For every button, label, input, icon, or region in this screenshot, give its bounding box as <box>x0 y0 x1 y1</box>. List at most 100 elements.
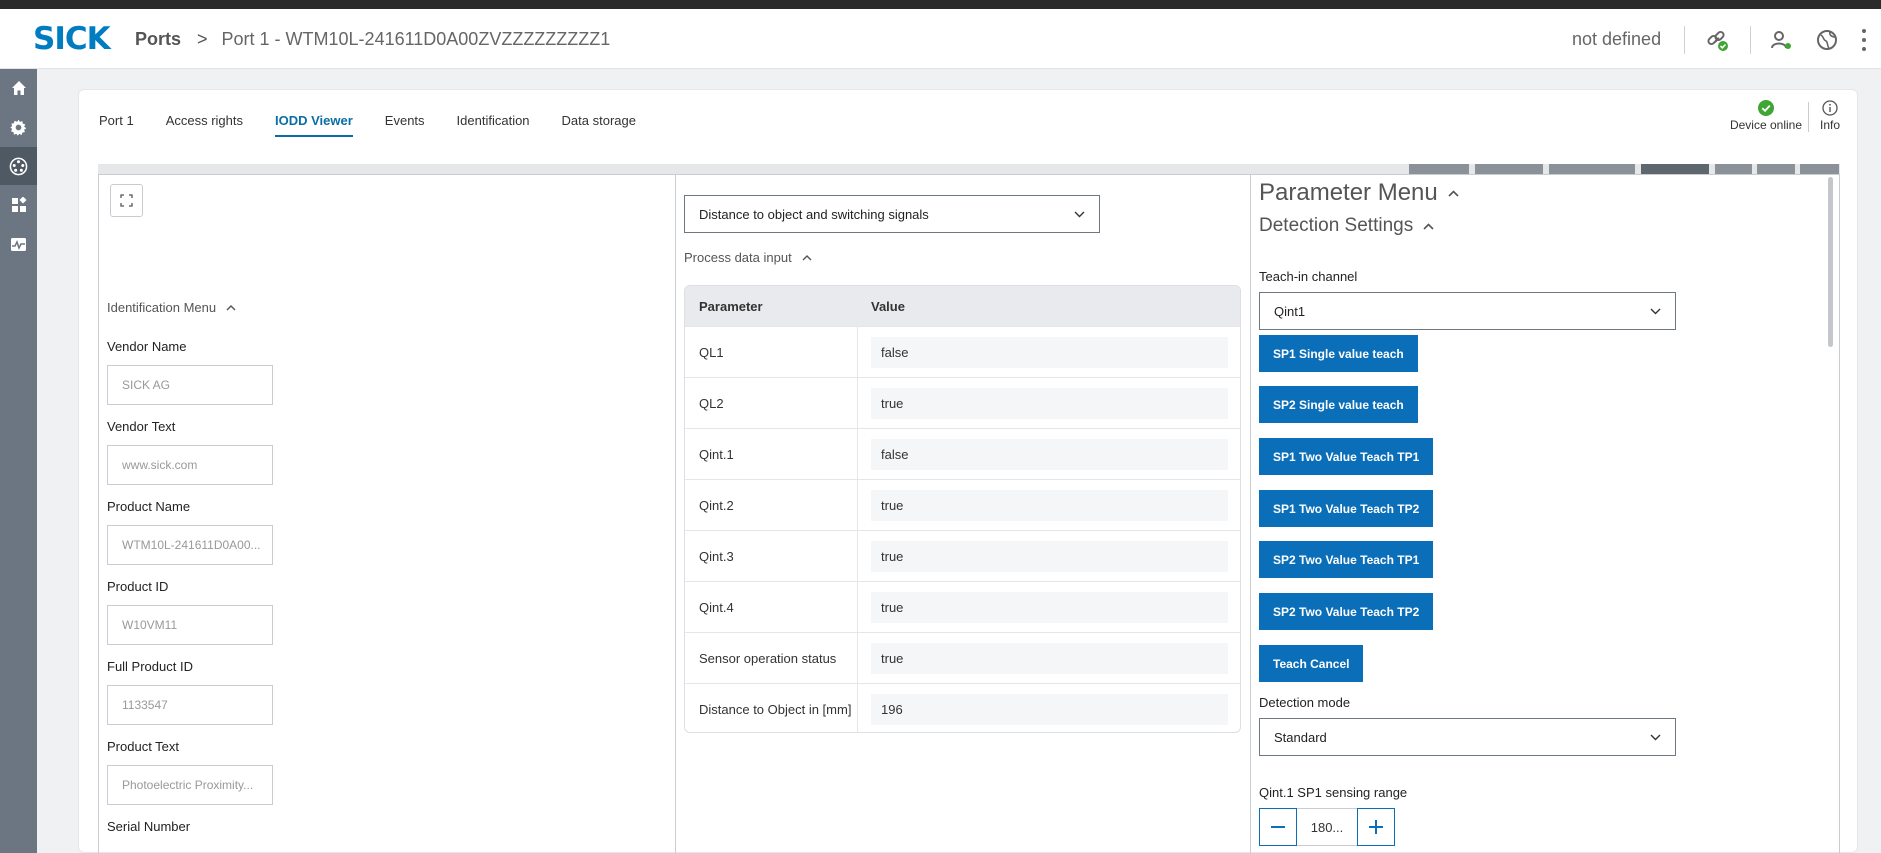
breadcrumb-current: Port 1 - WTM10L-241611D0A00ZVZZZZZZZZZ1 <box>221 29 611 49</box>
sidebar <box>0 69 37 853</box>
tab-iodd-viewer[interactable]: IODD Viewer <box>275 113 353 137</box>
sp2-two-value-teach-tp2-button[interactable]: SP2 Two Value Teach TP2 <box>1259 593 1434 630</box>
teach-in-channel-value: Qint1 <box>1274 303 1306 319</box>
row-value: true <box>871 591 1228 623</box>
sidebar-item-monitor[interactable] <box>0 225 37 263</box>
vendor-name-label: Vendor Name <box>107 339 187 354</box>
layout-option-button[interactable] <box>1800 164 1839 174</box>
full-product-id-field: 1133547 <box>107 685 273 725</box>
sp2-two-value-teach-tp1-button[interactable]: SP2 Two Value Teach TP1 <box>1259 541 1434 578</box>
layout-option-button[interactable] <box>1475 164 1543 174</box>
row-value: true <box>871 642 1228 674</box>
row-value: true <box>871 540 1228 572</box>
info-button[interactable]: Info <box>1814 100 1846 132</box>
breadcrumb-ports[interactable]: Ports <box>135 28 181 50</box>
product-name-label: Product Name <box>107 499 191 514</box>
process-data-input-header[interactable]: Process data input <box>684 250 812 265</box>
increment-button[interactable] <box>1357 808 1395 846</box>
expand-icon <box>120 194 133 207</box>
layout-option-button[interactable] <box>1549 164 1635 174</box>
sidebar-item-ports[interactable] <box>0 147 37 185</box>
tab-events[interactable]: Events <box>385 113 425 137</box>
row-value: true <box>871 387 1228 419</box>
decrement-button[interactable] <box>1259 808 1297 846</box>
row-parameter: Sensor operation status <box>685 633 858 683</box>
ports-icon <box>9 157 28 175</box>
connection-status-icon[interactable] <box>1704 27 1730 53</box>
detection-mode-value: Standard <box>1274 729 1327 745</box>
table-row: Qint.2 true <box>685 479 1240 530</box>
product-text-field: Photoelectric Proximity... <box>107 765 273 805</box>
device-online-status: Device online <box>1726 100 1806 132</box>
teach-in-channel-select[interactable]: Qint1 <box>1259 292 1676 330</box>
tab-access-rights[interactable]: Access rights <box>166 113 243 137</box>
table-row: Qint.1 false <box>685 428 1240 479</box>
chevron-up-icon <box>226 304 236 310</box>
process-data-table: Parameter Value QL1 false QL2 true Qint.… <box>684 285 1241 733</box>
sp1-two-value-teach-tp1-button[interactable]: SP1 Two Value Teach TP1 <box>1259 438 1434 475</box>
teach-cancel-button[interactable]: Teach Cancel <box>1259 645 1364 682</box>
divider <box>1684 26 1685 54</box>
scrollbar-thumb[interactable] <box>1828 177 1833 347</box>
divider <box>1750 26 1751 54</box>
sidebar-item-home[interactable] <box>0 69 37 107</box>
process-data-column: Distance to object and switching signals… <box>675 174 1250 853</box>
identification-menu-header[interactable]: Identification Menu <box>107 300 236 315</box>
row-value: true <box>871 489 1228 521</box>
table-row: QL1 false <box>685 326 1240 377</box>
identification-column: Identification Menu Vendor Name SICK AG … <box>98 174 675 853</box>
sensing-range-value[interactable]: 180... <box>1297 808 1357 846</box>
identification-menu-title: Identification Menu <box>107 300 217 315</box>
parameter-menu-header[interactable]: Parameter Menu <box>1259 179 1459 207</box>
detection-mode-label: Detection mode <box>1259 695 1351 710</box>
globe-icon[interactable] <box>1814 27 1840 53</box>
app-header: SICK Ports > Port 1 - WTM10L-241611D0A00… <box>0 9 1881 69</box>
layout-option-button[interactable] <box>1641 164 1709 174</box>
sp1-single-value-teach-button[interactable]: SP1 Single value teach <box>1259 335 1418 372</box>
process-data-select[interactable]: Distance to object and switching signals <box>684 195 1100 233</box>
layout-option-button[interactable] <box>1757 164 1795 174</box>
user-icon[interactable] <box>1768 27 1794 53</box>
check-circle-icon <box>1758 100 1774 116</box>
vendor-text-label: Vendor Text <box>107 419 176 434</box>
tab-port-1[interactable]: Port 1 <box>99 113 134 137</box>
monitor-icon <box>11 237 26 251</box>
tab-data-storage[interactable]: Data storage <box>562 113 636 137</box>
user-level-status: not defined <box>1572 29 1662 49</box>
home-icon <box>11 81 26 95</box>
detection-settings-header[interactable]: Detection Settings <box>1259 215 1434 237</box>
parameter-menu-column: Parameter Menu Detection Settings Teach-… <box>1250 174 1840 853</box>
sp1-two-value-teach-tp2-button[interactable]: SP1 Two Value Teach TP2 <box>1259 490 1434 527</box>
table-row: Distance to Object in [mm] 196 <box>685 683 1240 732</box>
table-row: Qint.3 true <box>685 530 1240 581</box>
product-id-label: Product ID <box>107 579 169 594</box>
row-parameter: QL1 <box>685 327 858 377</box>
full-product-id-label: Full Product ID <box>107 659 193 674</box>
row-parameter: Qint.4 <box>685 582 858 632</box>
breadcrumb: Ports > Port 1 - WTM10L-241611D0A00ZVZZZ… <box>135 28 610 50</box>
tab-identification[interactable]: Identification <box>457 113 530 137</box>
device-online-label: Device online <box>1729 118 1803 132</box>
sick-logo[interactable]: SICK <box>33 23 111 55</box>
sensing-range-stepper: 180... <box>1259 808 1395 846</box>
column-header-parameter: Parameter <box>699 298 763 314</box>
vendor-name-field: SICK AG <box>107 365 273 405</box>
more-menu-icon[interactable] <box>1861 29 1867 51</box>
layout-option-button[interactable] <box>1409 164 1469 174</box>
sidebar-item-apps[interactable] <box>0 186 37 224</box>
table-row: Qint.4 true <box>685 581 1240 632</box>
process-data-select-value: Distance to object and switching signals <box>699 206 929 222</box>
sp2-single-value-teach-button[interactable]: SP2 Single value teach <box>1259 386 1418 423</box>
row-parameter: Qint.2 <box>685 480 858 530</box>
sidebar-item-settings[interactable] <box>0 108 37 146</box>
chevron-down-icon <box>1650 308 1661 314</box>
row-parameter: Distance to Object in [mm] <box>685 684 858 732</box>
fullscreen-button[interactable] <box>110 184 143 217</box>
row-parameter: QL2 <box>685 378 858 428</box>
parameter-menu-title: Parameter Menu <box>1259 179 1438 206</box>
main-panel: Port 1 Access rights IODD Viewer Events … <box>78 89 1858 853</box>
detection-mode-select[interactable]: Standard <box>1259 718 1676 756</box>
apps-icon <box>11 197 27 212</box>
layout-option-button[interactable] <box>1715 164 1752 174</box>
chevron-down-icon <box>1074 211 1085 217</box>
